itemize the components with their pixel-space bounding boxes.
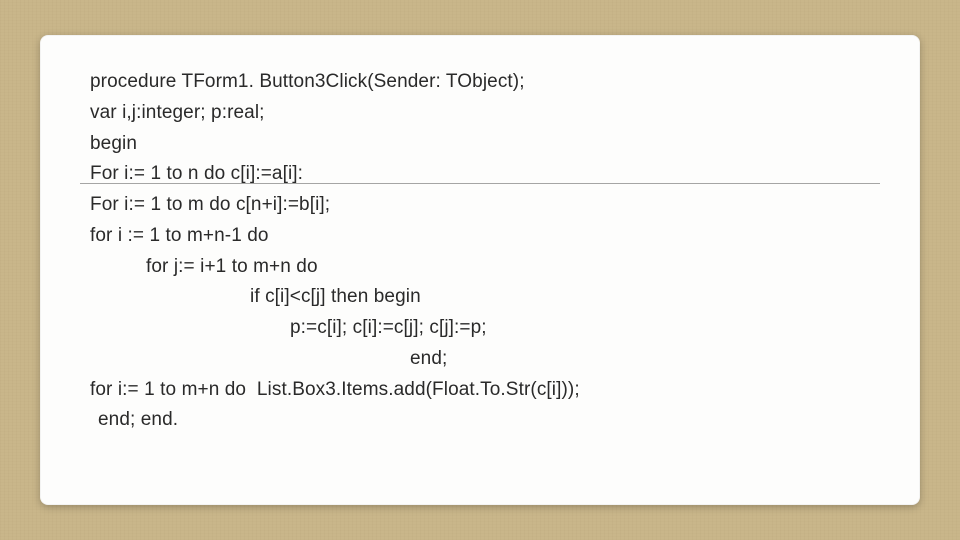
code-line-5: For i:= 1 to m do c[n+i]:=b[i]; — [90, 190, 870, 221]
code-line-4: For i:= 1 to n do c[i]:=a[i]: — [90, 159, 870, 190]
code-line-7: for j:= i+1 to m+n do — [90, 252, 870, 283]
code-line-8: if c[i]<c[j] then begin — [90, 282, 870, 313]
code-line-2: var i,j:integer; p:real; — [90, 98, 870, 129]
code-line-3: begin — [90, 129, 870, 160]
code-line-10: end; — [90, 344, 870, 375]
code-line-12: end; end. — [90, 405, 870, 436]
code-line-9: p:=c[i]; c[i]:=c[j]; c[j]:=p; — [90, 313, 870, 344]
slide-card: procedure TForm1. Button3Click(Sender: T… — [40, 35, 920, 505]
code-line-11: for i:= 1 to m+n do List.Box3.Items.add(… — [90, 375, 870, 406]
code-line-6: for i := 1 to m+n-1 do — [90, 221, 870, 252]
code-line-1: procedure TForm1. Button3Click(Sender: T… — [90, 67, 870, 98]
